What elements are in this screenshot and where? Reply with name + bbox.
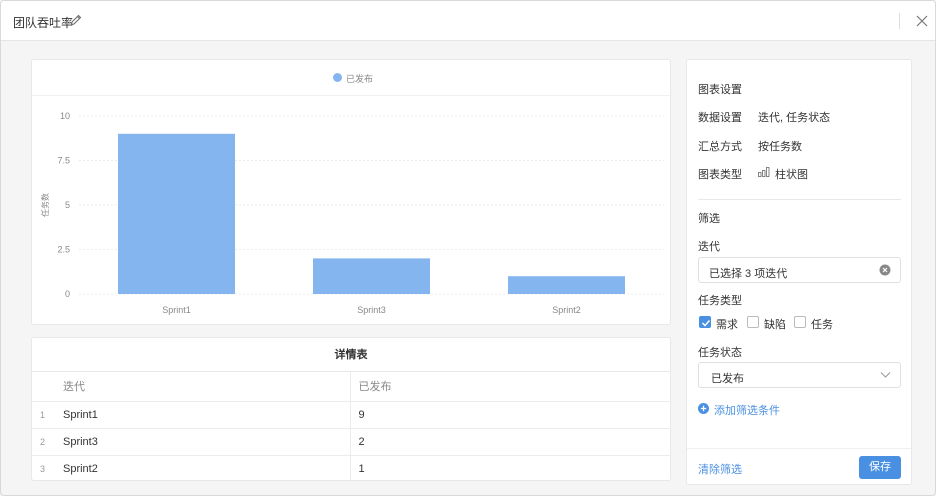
detail-table-card: 详情表 迭代 已发布 1 Sprint1 9 2 Sprint3 2 3 Spr… [31,337,671,481]
legend-label[interactable]: 已发布 [346,72,373,85]
cell-iteration: Sprint3 [62,428,351,456]
x-tick-label: Sprint3 [357,305,386,315]
checkbox-requirement[interactable] [699,316,711,328]
check-icon [701,319,711,327]
task-status-select-value: 已发布 [711,373,744,385]
checkbox-label-task[interactable]: 任务 [811,316,833,332]
y-tick-label: 10 [60,111,70,121]
aggregation-value[interactable]: 按任务数 [758,138,802,154]
task-type-label: 任务类型 [698,295,742,307]
title-bar: 团队吞吐率 [1,1,935,41]
checkbox-defect[interactable] [747,316,759,328]
bar-chart-icon [758,167,770,177]
detail-table: 迭代 已发布 1 Sprint1 9 2 Sprint3 2 3 Sprint2… [32,372,670,480]
bar-chart: 0 2.5 5 7.5 10 任务数 Sprint1 Sprint3 Sprint2 [40,111,664,315]
table-header-iteration: 迭代 [62,372,351,402]
chart-editor-window: 团队吞吐率 已发布 0 2.5 5 7.5 10 任务数 Sprint1 Sprint3 Spr… [0,0,936,496]
bar[interactable] [313,258,430,294]
y-axis-label: 任务数 [40,193,50,217]
y-tick-label: 7.5 [57,156,70,166]
aggregation-label: 汇总方式 [698,141,742,153]
row-index: 1 [32,401,62,429]
close-icon[interactable] [915,14,929,28]
row-index: 3 [32,455,62,480]
table-row: 3 Sprint2 1 [32,455,670,480]
data-setting-label: 数据设置 [698,112,742,124]
x-tick-label: Sprint1 [162,305,191,315]
cell-released: 9 [350,401,670,429]
filter-title: 筛选 [698,213,720,225]
chart-card: 已发布 0 2.5 5 7.5 10 任务数 Sprint1 Sprint3 Sprint2 [31,59,671,325]
row-index: 2 [32,428,62,456]
table-header-row: 迭代 已发布 [32,372,670,402]
y-tick-label: 0 [65,289,70,299]
title-divider [899,13,900,29]
plus-circle-icon[interactable] [698,403,709,414]
chart-settings-title: 图表设置 [698,84,742,96]
chart-legend: 已发布 [32,60,670,96]
table-header-index [32,372,62,402]
clear-filters-link[interactable]: 清除筛选 [698,461,742,477]
cell-released: 1 [350,455,670,480]
iteration-filter-label: 迭代 [698,241,720,253]
chevron-down-icon [880,372,891,378]
settings-panel: 图表设置 数据设置 迭代, 任务状态 汇总方式 按任务数 图表类型 柱状图 筛选… [686,59,912,485]
x-tick-label: Sprint2 [552,305,581,315]
task-status-label: 任务状态 [698,347,742,359]
section-divider [698,199,901,200]
data-setting-value[interactable]: 迭代, 任务状态 [758,109,830,125]
legend-swatch [333,73,342,82]
cell-iteration: Sprint1 [62,401,351,429]
bar[interactable] [118,133,235,294]
bar[interactable] [508,276,625,294]
chart-type-label: 图表类型 [698,169,742,181]
y-tick-label: 5 [65,200,70,210]
footer-divider [687,448,911,449]
table-row: 1 Sprint1 9 [32,401,670,429]
iteration-select[interactable]: 已选择 3 项迭代 [698,257,901,283]
add-filter-link[interactable]: 添加筛选条件 [714,402,780,418]
iteration-select-value: 已选择 3 项迭代 [709,268,788,280]
save-button[interactable]: 保存 [859,456,901,479]
chart-type-value[interactable]: 柱状图 [775,166,808,182]
table-row: 2 Sprint3 2 [32,428,670,456]
y-tick-label: 2.5 [57,245,70,255]
task-status-select[interactable]: 已发布 [698,362,901,388]
checkbox-label-defect[interactable]: 缺陷 [764,316,786,332]
pencil-edit-icon[interactable] [69,13,83,27]
table-title: 详情表 [32,338,670,372]
page-title: 团队吞吐率 [13,16,74,30]
cell-released: 2 [350,428,670,456]
clear-icon[interactable] [879,264,891,276]
checkbox-task[interactable] [794,316,806,328]
checkbox-label-requirement[interactable]: 需求 [716,316,738,332]
cell-iteration: Sprint2 [62,455,351,480]
table-header-released: 已发布 [350,372,670,402]
